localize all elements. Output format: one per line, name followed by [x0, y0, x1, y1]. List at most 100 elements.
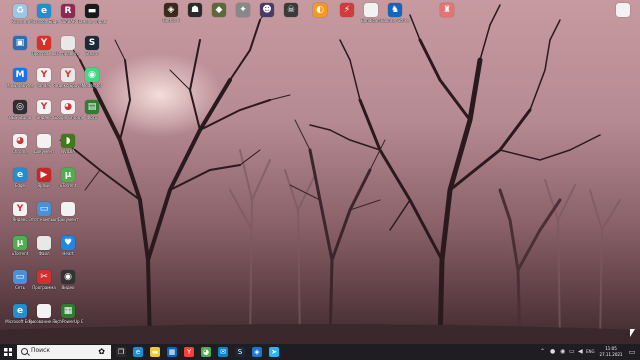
chrome-icon: ◕	[61, 100, 75, 114]
file-icon	[37, 236, 51, 250]
desktop-icon-label: Видео	[61, 285, 75, 290]
mic-icon[interactable]: ●	[550, 348, 555, 356]
desktop-icon-label: Counter-Strike	[380, 18, 410, 23]
game-icon: ◆	[212, 3, 226, 17]
search-placeholder: Поиск	[31, 347, 51, 354]
desktop[interactable]: ♻ Корзина e Microsoft Edge R WinRAR ▬ Панель уп…	[0, 0, 640, 344]
game-icon: ✦	[236, 3, 250, 17]
game-icon: ◈	[164, 3, 178, 17]
game-icon: ♜	[440, 3, 454, 17]
desktop-icon[interactable]: ▦TechPowerUp GPU-Z	[53, 304, 83, 324]
chrome-icon: ◕	[13, 134, 27, 148]
windows-logo-icon	[4, 348, 12, 356]
mouse-cursor	[630, 329, 635, 337]
volume-icon[interactable]: ◀	[578, 348, 583, 356]
search-icon	[21, 348, 28, 355]
game-icon: ◐	[313, 3, 327, 17]
desktop-icon[interactable]: ▤ Фото	[77, 100, 107, 120]
file-icon	[364, 3, 378, 17]
desktop-icon[interactable]: ◉ Видео	[53, 270, 83, 290]
gpuz-icon: ▦	[61, 304, 75, 318]
desktop-icon[interactable]: ☠	[276, 3, 306, 18]
network-icon: ▭	[13, 270, 27, 284]
document-icon	[37, 304, 51, 318]
desktop-icon-label: Heart	[62, 251, 74, 256]
cortana-icon[interactable]: ✿	[98, 347, 105, 357]
desktop-icon[interactable]	[608, 3, 638, 18]
yandex-red-icon: Y	[37, 100, 51, 114]
desktop-icon-label: uTorrent	[59, 183, 77, 188]
steam-icon: S	[85, 36, 99, 50]
winrar-icon: R	[61, 4, 75, 18]
tools-icon: ✂	[37, 270, 51, 284]
recycle-bin-icon: ♻	[13, 4, 27, 18]
malwarebytes-icon: M	[13, 68, 27, 82]
network-icon[interactable]: ▭	[569, 348, 575, 356]
android-icon: ◉	[85, 68, 99, 82]
desktop-icon-label: TechPowerUp GPU-Z	[53, 319, 83, 324]
taskbar-store-icon[interactable]: ▦	[167, 347, 177, 357]
media-icon: ▶	[37, 168, 51, 182]
notification-icon[interactable]: ▭	[627, 347, 637, 357]
taskbar-mail-icon[interactable]: ✉	[218, 347, 228, 357]
desktop-icon[interactable]: ▬Панель управления	[77, 4, 107, 24]
edge-icon: e	[37, 4, 51, 18]
desktop-icon-label: Панель управления	[77, 19, 107, 24]
desktop-icon[interactable]: ♞ Counter-Strike	[380, 3, 410, 23]
app-icon: ▤	[85, 100, 99, 114]
desktop-icon[interactable]: ◉ Moderator	[77, 68, 107, 88]
nvidia-icon: ◗	[61, 134, 75, 148]
shortcut-icon: ▣	[13, 36, 27, 50]
game-icon: ☻	[260, 3, 274, 17]
game-icon: ☠	[284, 3, 298, 17]
yandex-icon: Y	[13, 202, 27, 216]
desktop-icon-label: Moderator	[81, 83, 103, 88]
obs-icon: ◎	[13, 100, 27, 114]
game-icon: ⚡	[340, 3, 354, 17]
taskbar-telegram-icon[interactable]: ➤	[269, 347, 279, 357]
desktop-icon-label: Фото	[86, 115, 98, 120]
desktop-icon[interactable]: ◐	[305, 3, 335, 18]
computer-icon: ▭	[37, 202, 51, 216]
tray-chevron-icon[interactable]: ⌃	[540, 348, 545, 356]
desktop-icon[interactable]: ♜	[432, 3, 462, 18]
file-icon	[61, 36, 75, 50]
desktop-icon[interactable]: Документ	[53, 202, 83, 222]
cs-icon: ♞	[388, 3, 402, 17]
taskbar-chrome-icon[interactable]: ◕	[201, 347, 211, 357]
desktop-icon[interactable]: µ uTorrent	[53, 168, 83, 188]
taskbar-app-icon[interactable]: ◈	[252, 347, 262, 357]
taskbar-edge-icon[interactable]: e	[133, 347, 143, 357]
control-panel-icon: ▬	[85, 4, 99, 18]
camera-icon: ◉	[61, 270, 75, 284]
taskbar-explorer-icon[interactable]: ▬	[150, 347, 160, 357]
taskbar-yandex-icon[interactable]: Y	[184, 347, 194, 357]
game-icon: ☗	[188, 3, 202, 17]
file-icon	[616, 3, 630, 17]
clock[interactable]: 11:05 27.11.2021	[598, 346, 624, 358]
heart-icon: ♥	[61, 236, 75, 250]
camera-tray-icon[interactable]: ◉	[560, 348, 565, 356]
taskbar: Поиск ✿ ❐ e ▬ ▦ Y ◕ ✉ S ◈ ➤ ⌃ ● ◉ ▭ ◀ ENG 11:05 2…	[0, 344, 640, 360]
desktop-icon-label: Документ	[57, 217, 79, 222]
language-indicator[interactable]: ENG	[586, 348, 595, 356]
edge-icon: e	[13, 304, 27, 318]
desktop-icon-label: Steam	[85, 51, 99, 56]
desktop-icon[interactable]: ◗ NVIDIA	[53, 134, 83, 154]
document-icon	[61, 202, 75, 216]
desktop-icon[interactable]: S Steam	[77, 36, 107, 56]
taskbar-steam-icon[interactable]: S	[235, 347, 245, 357]
utorrent-icon: µ	[13, 236, 27, 250]
desktop-icon[interactable]: ♥ Heart	[53, 236, 83, 256]
clock-date: 27.11.2021	[599, 352, 623, 357]
search-box[interactable]: Поиск ✿	[17, 345, 111, 359]
document-icon	[37, 134, 51, 148]
yandex-icon: Y	[61, 68, 75, 82]
red-app-icon: Y	[37, 36, 51, 50]
utorrent-icon: µ	[61, 168, 75, 182]
edge-icon: e	[13, 168, 27, 182]
start-button[interactable]	[0, 344, 16, 360]
desktop-icon-label: NVIDIA	[61, 149, 75, 154]
desktop-icon-label: Gothic II	[162, 18, 180, 23]
taskbar-task-view-icon[interactable]: ❐	[116, 347, 126, 357]
